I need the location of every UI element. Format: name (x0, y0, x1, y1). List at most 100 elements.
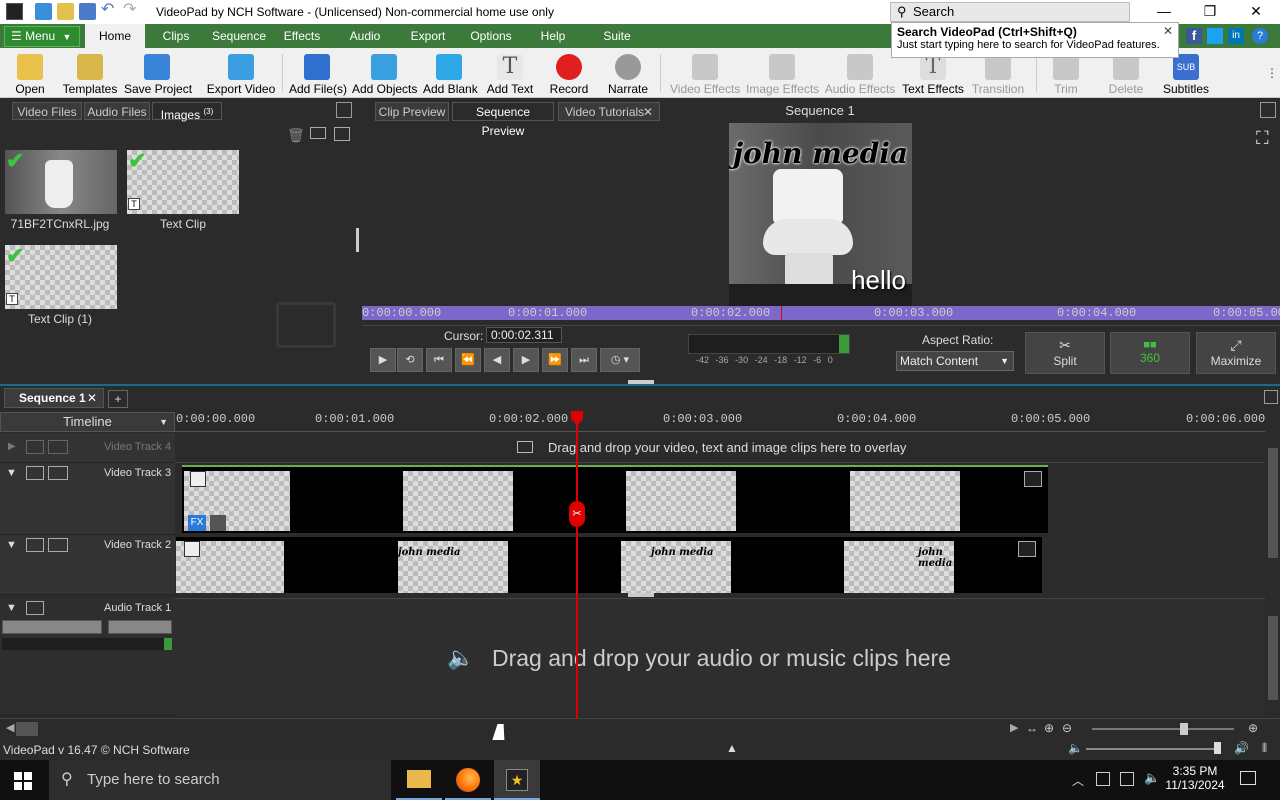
tab-suite[interactable]: Suite (594, 24, 640, 48)
360-button[interactable]: ■■ 360 (1110, 332, 1190, 374)
volume-high-icon[interactable]: 🔊 (1234, 741, 1249, 755)
track-options-icon[interactable] (48, 440, 68, 454)
expand-up-icon[interactable]: ▲ (726, 741, 738, 755)
master-volume-slider[interactable] (1086, 748, 1220, 750)
undock-icon[interactable] (1260, 102, 1276, 118)
cursor-time-field[interactable]: 0:00:02.311 (486, 327, 562, 343)
fade-in-icon[interactable] (190, 471, 206, 487)
video-effects-button[interactable]: Video Effects (670, 48, 740, 98)
scroll-thumb[interactable] (1268, 616, 1278, 700)
panel-splitter[interactable] (356, 228, 359, 252)
video-preview[interactable]: john media hello (729, 123, 912, 306)
undock-icon[interactable] (1264, 390, 1278, 404)
step-forward-button[interactable]: ▶ (513, 348, 539, 372)
undo-icon[interactable]: ↶ (101, 2, 118, 20)
tab-audio[interactable]: Audio (340, 24, 390, 48)
loop-button[interactable]: ⟲ (397, 348, 423, 372)
collapse-icon[interactable]: ▼ (6, 539, 17, 551)
image-effects-button[interactable]: Image Effects (746, 48, 819, 98)
record-button[interactable]: Record (547, 48, 591, 98)
new-icon[interactable] (35, 3, 52, 20)
master-volume-thumb[interactable] (1214, 742, 1221, 754)
text-clip[interactable]: john media john media john media (176, 537, 1042, 593)
open-icon[interactable] (57, 3, 74, 20)
help-icon[interactable]: ? (1252, 28, 1268, 44)
add-files-button[interactable]: Add File(s) (289, 48, 347, 98)
network-icon[interactable] (1120, 772, 1134, 786)
vertical-scrollbar[interactable] (1266, 600, 1280, 716)
fade-in-icon[interactable] (184, 541, 200, 557)
tab-clips[interactable]: Clips (152, 24, 200, 48)
close-icon[interactable]: ✕ (1163, 24, 1173, 38)
minimize-button[interactable]: — (1141, 0, 1187, 24)
zoom-in-icon[interactable]: ⊕ (1044, 721, 1054, 735)
tab-options[interactable]: Options (466, 24, 516, 48)
track-options-icon[interactable] (48, 538, 68, 552)
vertical-scrollbar[interactable] (1266, 434, 1280, 590)
expand-icon[interactable]: ▶ (8, 441, 16, 452)
volume-slider[interactable] (2, 620, 102, 634)
magnifier-icon[interactable]: ⊕ (1248, 721, 1258, 735)
scroll-thumb[interactable] (16, 722, 38, 736)
track-options-icon[interactable] (48, 466, 68, 480)
scroll-thumb[interactable] (1268, 448, 1278, 558)
fit-to-window-icon[interactable]: ↔ (1026, 721, 1038, 735)
play-button[interactable]: ▶ (370, 348, 396, 372)
volume-low-icon[interactable]: 🔈 (1068, 741, 1083, 755)
restore-button[interactable]: ❐ (1187, 0, 1233, 24)
previous-clip-button[interactable]: ⏪ (455, 348, 481, 372)
preview-ruler[interactable] (362, 306, 1280, 320)
redo-icon[interactable]: ↷ (123, 2, 140, 20)
audio-effects-button[interactable]: Audio Effects (824, 48, 896, 98)
close-icon[interactable]: ✕ (643, 103, 653, 122)
tab-audio-files[interactable]: Audio Files (84, 102, 150, 120)
facebook-icon[interactable]: f (1186, 28, 1202, 44)
chevron-up-icon[interactable]: ︿ (1072, 772, 1084, 789)
add-objects-button[interactable]: Add Objects (352, 48, 417, 98)
collapse-icon[interactable]: ▼ (6, 602, 17, 614)
fade-out-icon[interactable] (1018, 541, 1036, 557)
fx-button[interactable]: FX (188, 515, 206, 531)
fullscreen-icon[interactable]: ⛶ (1256, 128, 1269, 149)
windows-start-icon[interactable] (14, 772, 32, 790)
tab-home[interactable]: Home (85, 24, 145, 48)
open-button[interactable]: Open (8, 48, 52, 98)
add-blank-button[interactable]: Add Blank (423, 48, 478, 98)
close-icon[interactable]: ✕ (87, 389, 97, 407)
eye-icon[interactable] (26, 440, 44, 454)
save-project-button[interactable]: Save Project (124, 48, 192, 98)
volume-muted-icon[interactable]: 🔈 (1144, 770, 1160, 786)
more-icon[interactable]: ⋮ (1266, 66, 1278, 80)
zoom-slider-thumb[interactable] (1180, 723, 1188, 735)
list-view-icon[interactable] (334, 127, 350, 141)
split-button[interactable]: ✂ Split (1025, 332, 1105, 374)
export-video-button[interactable]: Export Video (206, 48, 276, 98)
eye-icon[interactable] (26, 466, 44, 480)
save-icon[interactable] (79, 3, 96, 20)
zoom-out-icon[interactable]: ⊖ (1062, 721, 1072, 735)
split-marker-icon[interactable]: ✂ (569, 501, 585, 527)
eye-icon[interactable] (26, 538, 44, 552)
speed-button[interactable]: ◷ ▾ (600, 348, 640, 372)
fade-out-icon[interactable] (1024, 471, 1042, 487)
narrate-button[interactable]: Narrate (605, 48, 651, 98)
undock-icon[interactable] (336, 102, 352, 118)
templates-button[interactable]: Templates (62, 48, 118, 98)
tab-export[interactable]: Export (403, 24, 453, 48)
tab-sequence-1[interactable]: Sequence 1 ✕ (4, 388, 104, 408)
add-text-button[interactable]: T Add Text (484, 48, 536, 98)
pan-slider[interactable] (108, 620, 172, 634)
taskbar-firefox[interactable] (445, 760, 491, 800)
linkedin-icon[interactable]: in (1228, 28, 1244, 44)
aspect-ratio-select[interactable]: Match Content ▼ (896, 351, 1014, 371)
track-splitter[interactable] (628, 593, 654, 597)
collapse-icon[interactable]: ▼ (6, 467, 17, 479)
tab-sequence-preview[interactable]: Sequence Preview (452, 102, 554, 138)
tab-sequence[interactable]: Sequence (207, 24, 271, 48)
audio-track-1-lane[interactable]: 🔈 Drag and drop your audio or music clip… (175, 598, 1265, 716)
new-folder-icon[interactable] (310, 127, 326, 139)
preview-scrub-bar[interactable] (362, 320, 1280, 326)
delete-bin-icon[interactable]: 🗑 (287, 127, 305, 144)
tab-images[interactable]: Images (3) (152, 102, 222, 122)
taskbar-search-box[interactable]: ⚲ Type here to search (49, 760, 391, 800)
